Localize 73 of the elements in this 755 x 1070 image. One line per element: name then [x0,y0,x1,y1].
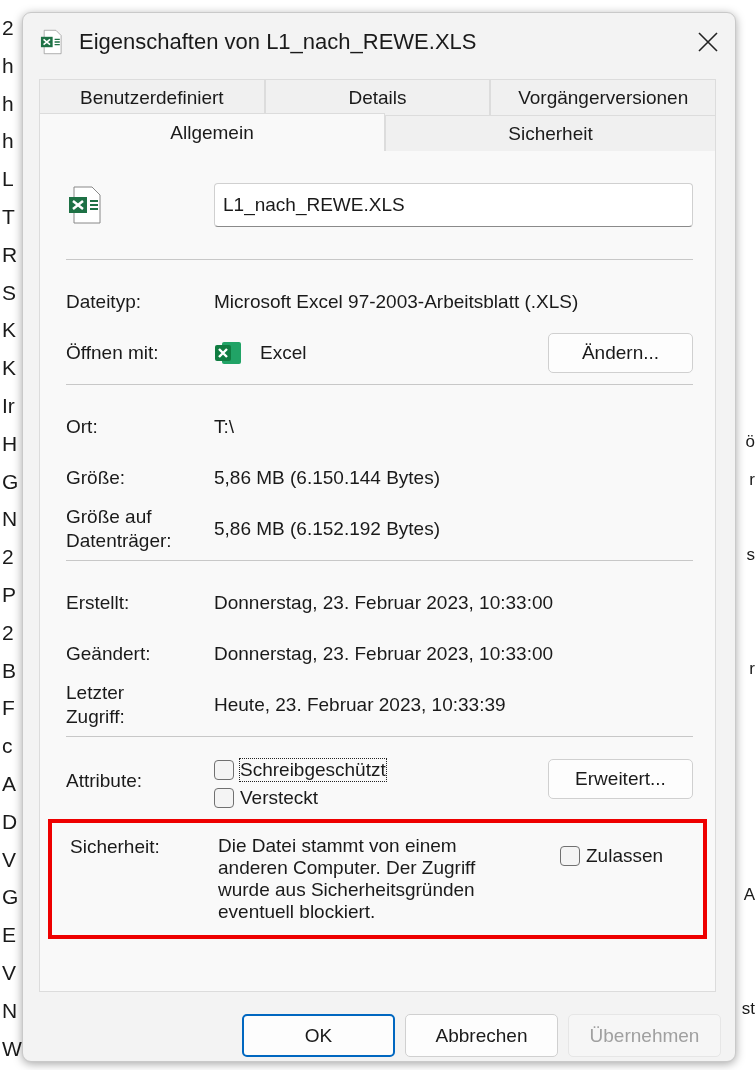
background-text: s [746,545,755,567]
background-text: A [2,771,16,797]
background-text: c [2,734,13,760]
app-name: Excel [260,341,307,364]
background-text: r [749,469,755,491]
field-label: Ort: [66,414,99,439]
background-text: F [2,696,15,722]
dialog-button[interactable]: OK [242,1014,395,1057]
tab[interactable]: Vorgängerversionen [490,79,716,115]
field-label: Geändert: [66,641,152,666]
background-text: D [2,809,18,835]
background-text: G [2,885,19,911]
background-text: Ir [2,393,15,419]
field-label: Dateityp: [66,289,142,314]
close-icon[interactable] [697,31,719,53]
window-title: Eigenschaften von L1_nach_REWE.XLS [79,29,478,55]
checkbox-label[interactable]: Schreibgeschützt [240,759,386,781]
background-text: R [2,242,18,268]
advanced-button[interactable]: Erweitert... [548,759,693,799]
background-text: N [2,998,18,1024]
tab[interactable]: Allgemein [39,113,385,151]
background-text: L [2,167,14,193]
field-label: Erstellt: [66,590,131,615]
background-text: E [2,923,16,949]
background-text: P [2,582,16,608]
background-text: N [2,507,18,533]
background-text: r [749,658,755,680]
background-text: h [2,129,14,155]
background-text: V [2,960,16,986]
field-label: Öffnen mit: [66,340,160,365]
background-text: G [2,469,19,495]
tab[interactable]: Details [264,79,491,115]
security-message: Die Datei stammt von einem anderen Computer. Der Zugriff wurde aus Sicherheitsgründen eventuell blockiert. [218,835,477,924]
field-value: Donnerstag, 23. Februar 2023, 10:33:00 [214,591,555,614]
background-text: ö [745,431,755,453]
background-text: H [2,431,18,457]
background-text: st [741,998,755,1020]
checkbox[interactable] [560,846,580,866]
background-text: V [2,847,16,873]
change-button[interactable]: Ändern... [548,332,693,373]
spreadsheet-file-icon [39,29,65,55]
field-value: 5,86 MB (6.150.144 Bytes) [214,466,441,489]
field-value: 5,86 MB (6.152.192 Bytes) [214,517,441,540]
background-text: h [2,91,14,117]
checkbox-label[interactable]: Versteckt [240,787,319,809]
background-text: K [2,356,16,382]
field-value: T:\ [214,415,236,438]
spreadsheet-app-icon [214,339,242,366]
background-text: 2 [2,545,14,571]
field-value: Microsoft Excel 97-2003-Arbeitsblatt (.XLS) [214,290,580,313]
checkbox-label[interactable]: Zulassen [586,845,664,867]
background-text: S [2,280,16,306]
field-label: Größe auf Datenträger: [66,504,173,553]
background-text: B [2,658,16,684]
background-text: 2 [2,16,14,41]
background-text: h [2,53,14,79]
field-value: Heute, 23. Februar 2023, 10:33:39 [214,693,507,716]
dialog-button[interactable]: Abbrechen [405,1014,558,1057]
field-label: Sicherheit: [70,835,161,859]
checkbox[interactable] [214,760,234,780]
field-label: Größe: [66,465,127,490]
background-text: 2 [2,620,14,646]
checkbox[interactable] [214,788,234,808]
background-text: K [2,318,16,344]
tab[interactable]: Sicherheit [385,115,716,151]
field-value: Donnerstag, 23. Februar 2023, 10:33:00 [214,642,555,665]
field-label: Letzter Zugriff: [66,680,126,729]
field-label: Attribute: [66,769,144,793]
file-name-field[interactable]: L1_nach_REWE.XLS [214,183,693,227]
background-text: T [2,205,15,230]
background-text: A [743,885,755,907]
background-text: W [2,1036,22,1062]
tab[interactable]: Benutzerdefiniert [39,79,265,115]
